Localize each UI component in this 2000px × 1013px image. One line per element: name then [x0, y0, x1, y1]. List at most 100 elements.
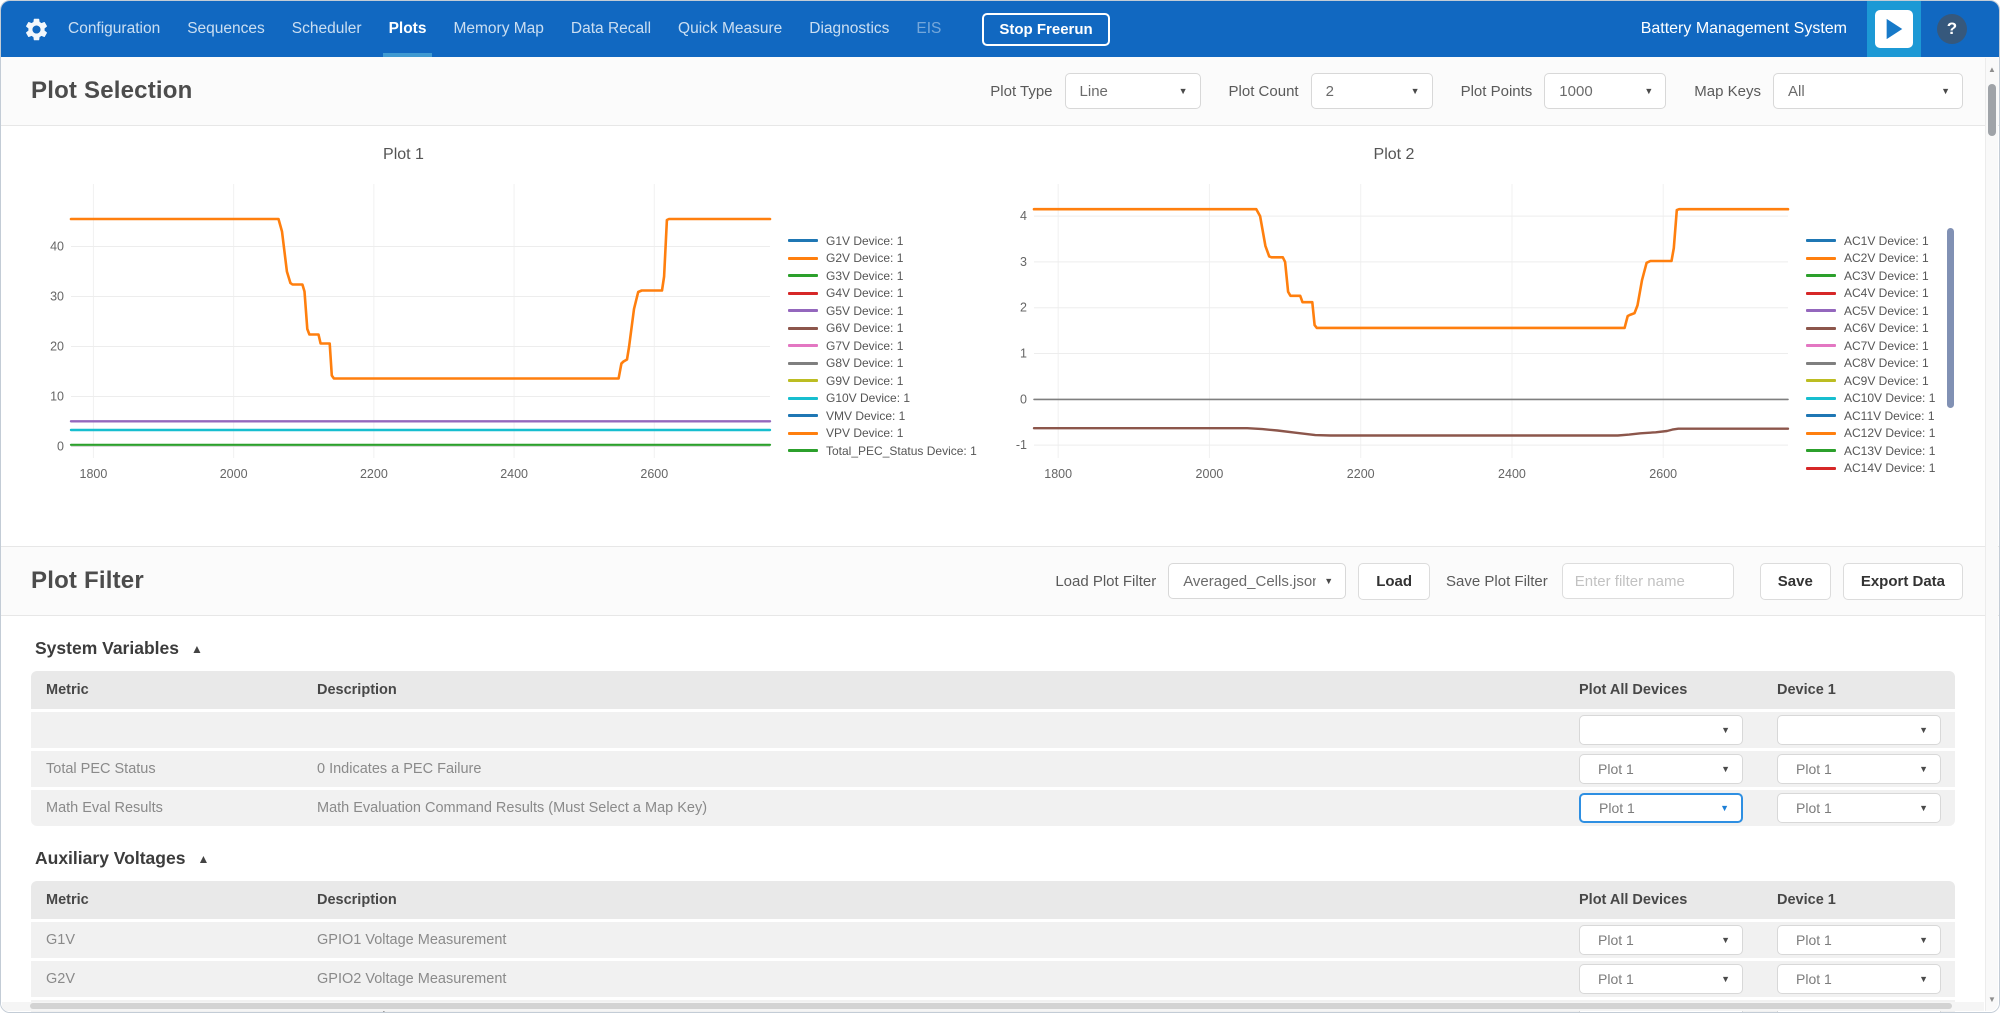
legend-item-ac2v-device-1[interactable]: AC2V Device: 1	[1806, 250, 1954, 268]
description-cell: Math Evaluation Command Results (Must Se…	[317, 800, 1579, 816]
legend-item-g6v-device-1[interactable]: G6V Device: 1	[788, 320, 976, 338]
section-header-auxiliary-voltages[interactable]: Auxiliary Voltages▲	[35, 848, 1955, 869]
legend-label: AC14V Device: 1	[1844, 461, 1935, 475]
legend-item-g10v-device-1[interactable]: G10V Device: 1	[788, 390, 976, 408]
plot-all-devices-cell: Plot 1▼	[1579, 925, 1777, 955]
metric-cell: G1V	[31, 932, 317, 948]
horizontal-scrollbar[interactable]	[2, 1002, 1984, 1011]
legend-label: G2V Device: 1	[826, 251, 903, 265]
plot-all-devices-dropdown[interactable]: ▼	[1579, 715, 1743, 745]
legend-item-g3v-device-1[interactable]: G3V Device: 1	[788, 267, 976, 285]
legend-item-ac1v-device-1[interactable]: AC1V Device: 1	[1806, 232, 1954, 250]
nav-menu: Configuration Sequences Scheduler Plots Memo…	[68, 1, 968, 57]
legend-item-g2v-device-1[interactable]: G2V Device: 1	[788, 250, 976, 268]
plot-all-devices-dropdown[interactable]: Plot 1▼	[1579, 925, 1743, 955]
legend-item-ac10v-device-1[interactable]: AC10V Device: 1	[1806, 390, 1954, 408]
plot-points-label: Plot Points	[1461, 83, 1533, 100]
plot-all-devices-dropdown[interactable]: Plot 1▼	[1579, 964, 1743, 994]
nav-item-configuration[interactable]: Configuration	[68, 1, 160, 57]
filter-name-input[interactable]	[1562, 563, 1734, 599]
legend-item-ac14v-device-1[interactable]: AC14V Device: 1	[1806, 460, 1954, 478]
legend-item-ac8v-device-1[interactable]: AC8V Device: 1	[1806, 355, 1954, 373]
legend-item-ac6v-device-1[interactable]: AC6V Device: 1	[1806, 320, 1954, 338]
svg-text:2200: 2200	[1347, 467, 1375, 481]
nav-item-sequences[interactable]: Sequences	[187, 1, 265, 57]
legend-line-swatch	[788, 397, 818, 400]
plot-count-dropdown[interactable]: 2▼	[1311, 73, 1433, 109]
legend-item-ac12v-device-1[interactable]: AC12V Device: 1	[1806, 425, 1954, 443]
device-1-dropdown[interactable]: Plot 1▼	[1777, 964, 1941, 994]
horizontal-scrollbar-thumb[interactable]	[30, 1003, 1952, 1009]
legend-line-swatch	[1806, 257, 1836, 260]
svg-text:3: 3	[1020, 255, 1027, 269]
load-filter-label: Load Plot Filter	[1055, 573, 1156, 590]
plot-points-dropdown[interactable]: 1000▼	[1544, 73, 1666, 109]
legend-item-g1v-device-1[interactable]: G1V Device: 1	[788, 232, 976, 250]
legend-scrollbar[interactable]	[1947, 228, 1954, 408]
device-1-dropdown[interactable]: Plot 1▼	[1777, 925, 1941, 955]
legend-item-ac4v-device-1[interactable]: AC4V Device: 1	[1806, 285, 1954, 303]
scroll-down-icon[interactable]: ▼	[1986, 995, 1998, 1004]
plot-title: Plot 2	[994, 140, 1794, 174]
legend-item-g9v-device-1[interactable]: G9V Device: 1	[788, 372, 976, 390]
scroll-up-icon[interactable]: ▲	[1986, 65, 1998, 74]
settings-gear-icon[interactable]	[23, 16, 50, 43]
plot-points-dropdown-value: 1000	[1559, 83, 1636, 100]
legend-item-g8v-device-1[interactable]: G8V Device: 1	[788, 355, 976, 373]
chevron-down-icon: ▼	[1324, 576, 1333, 586]
load-filter-dropdown[interactable]: Averaged_Cells.json ▼	[1168, 563, 1346, 599]
legend-item-ac13v-device-1[interactable]: AC13V Device: 1	[1806, 442, 1954, 460]
legend-label: AC5V Device: 1	[1844, 304, 1929, 318]
load-button[interactable]: Load	[1358, 563, 1430, 600]
plot-type-dropdown[interactable]: Line▼	[1065, 73, 1201, 109]
legend-line-swatch	[788, 274, 818, 277]
metrics-table: MetricDescriptionPlot All DevicesDevice …	[31, 671, 1955, 826]
legend-item-ac7v-device-1[interactable]: AC7V Device: 1	[1806, 337, 1954, 355]
legend-label: AC13V Device: 1	[1844, 444, 1935, 458]
chevron-down-icon: ▼	[1919, 974, 1928, 984]
legend-item-vmv-device-1[interactable]: VMV Device: 1	[788, 407, 976, 425]
collapse-icon[interactable]: ▲	[191, 642, 203, 656]
legend-item-ac9v-device-1[interactable]: AC9V Device: 1	[1806, 372, 1954, 390]
top-navbar: Configuration Sequences Scheduler Plots Memo…	[1, 1, 1999, 57]
nav-item-quick-measure[interactable]: Quick Measure	[678, 1, 782, 57]
legend-item-ac5v-device-1[interactable]: AC5V Device: 1	[1806, 302, 1954, 320]
collapse-icon[interactable]: ▲	[197, 852, 209, 866]
nav-item-memory-map[interactable]: Memory Map	[453, 1, 543, 57]
device-1-dropdown[interactable]: ▼	[1777, 715, 1941, 745]
legend-item-total-pec-status-device-1[interactable]: Total_PEC_Status Device: 1	[788, 442, 976, 460]
device-1-cell: Plot 1▼	[1777, 964, 1955, 994]
plot-all-devices-dropdown[interactable]: Plot 1▼	[1579, 754, 1743, 784]
help-icon[interactable]: ?	[1937, 14, 1967, 44]
section-header-system-variables[interactable]: System Variables▲	[35, 638, 1955, 659]
device-1-dropdown[interactable]: Plot 1▼	[1777, 754, 1941, 784]
device-1-cell: Plot 1▼	[1777, 793, 1955, 823]
device-1-cell: ▼	[1777, 715, 1955, 745]
plot-all-devices-dropdown-value: Plot 1	[1594, 971, 1713, 987]
device-1-dropdown[interactable]: Plot 1▼	[1777, 793, 1941, 823]
nav-item-scheduler[interactable]: Scheduler	[292, 1, 362, 57]
legend-item-g4v-device-1[interactable]: G4V Device: 1	[788, 285, 976, 303]
legend-label: G3V Device: 1	[826, 269, 903, 283]
table-row-total-pec-status: Total PEC Status0 Indicates a PEC Failur…	[31, 751, 1955, 787]
legend-line-swatch	[1806, 449, 1836, 452]
nav-item-plots[interactable]: Plots	[389, 1, 427, 57]
export-data-button[interactable]: Export Data	[1843, 563, 1963, 600]
legend-item-g7v-device-1[interactable]: G7V Device: 1	[788, 337, 976, 355]
nav-item-data-recall[interactable]: Data Recall	[571, 1, 651, 57]
vertical-scrollbar-thumb[interactable]	[1988, 84, 1996, 136]
legend-item-ac3v-device-1[interactable]: AC3V Device: 1	[1806, 267, 1954, 285]
legend-item-g5v-device-1[interactable]: G5V Device: 1	[788, 302, 976, 320]
chevron-down-icon: ▼	[1919, 725, 1928, 735]
device-1-dropdown-value: Plot 1	[1792, 761, 1911, 777]
vertical-scrollbar[interactable]: ▲ ▼	[1985, 58, 1998, 1011]
legend-line-swatch	[1806, 274, 1836, 277]
legend-item-vpv-device-1[interactable]: VPV Device: 1	[788, 425, 976, 443]
save-button[interactable]: Save	[1760, 563, 1831, 600]
stop-freerun-button[interactable]: Stop Freerun	[982, 13, 1109, 46]
plot-all-devices-dropdown[interactable]: Plot 1▼	[1579, 793, 1743, 823]
map-keys-dropdown[interactable]: All▼	[1773, 73, 1963, 109]
play-button[interactable]	[1867, 1, 1921, 57]
legend-item-ac11v-device-1[interactable]: AC11V Device: 1	[1806, 407, 1954, 425]
nav-item-diagnostics[interactable]: Diagnostics	[809, 1, 889, 57]
